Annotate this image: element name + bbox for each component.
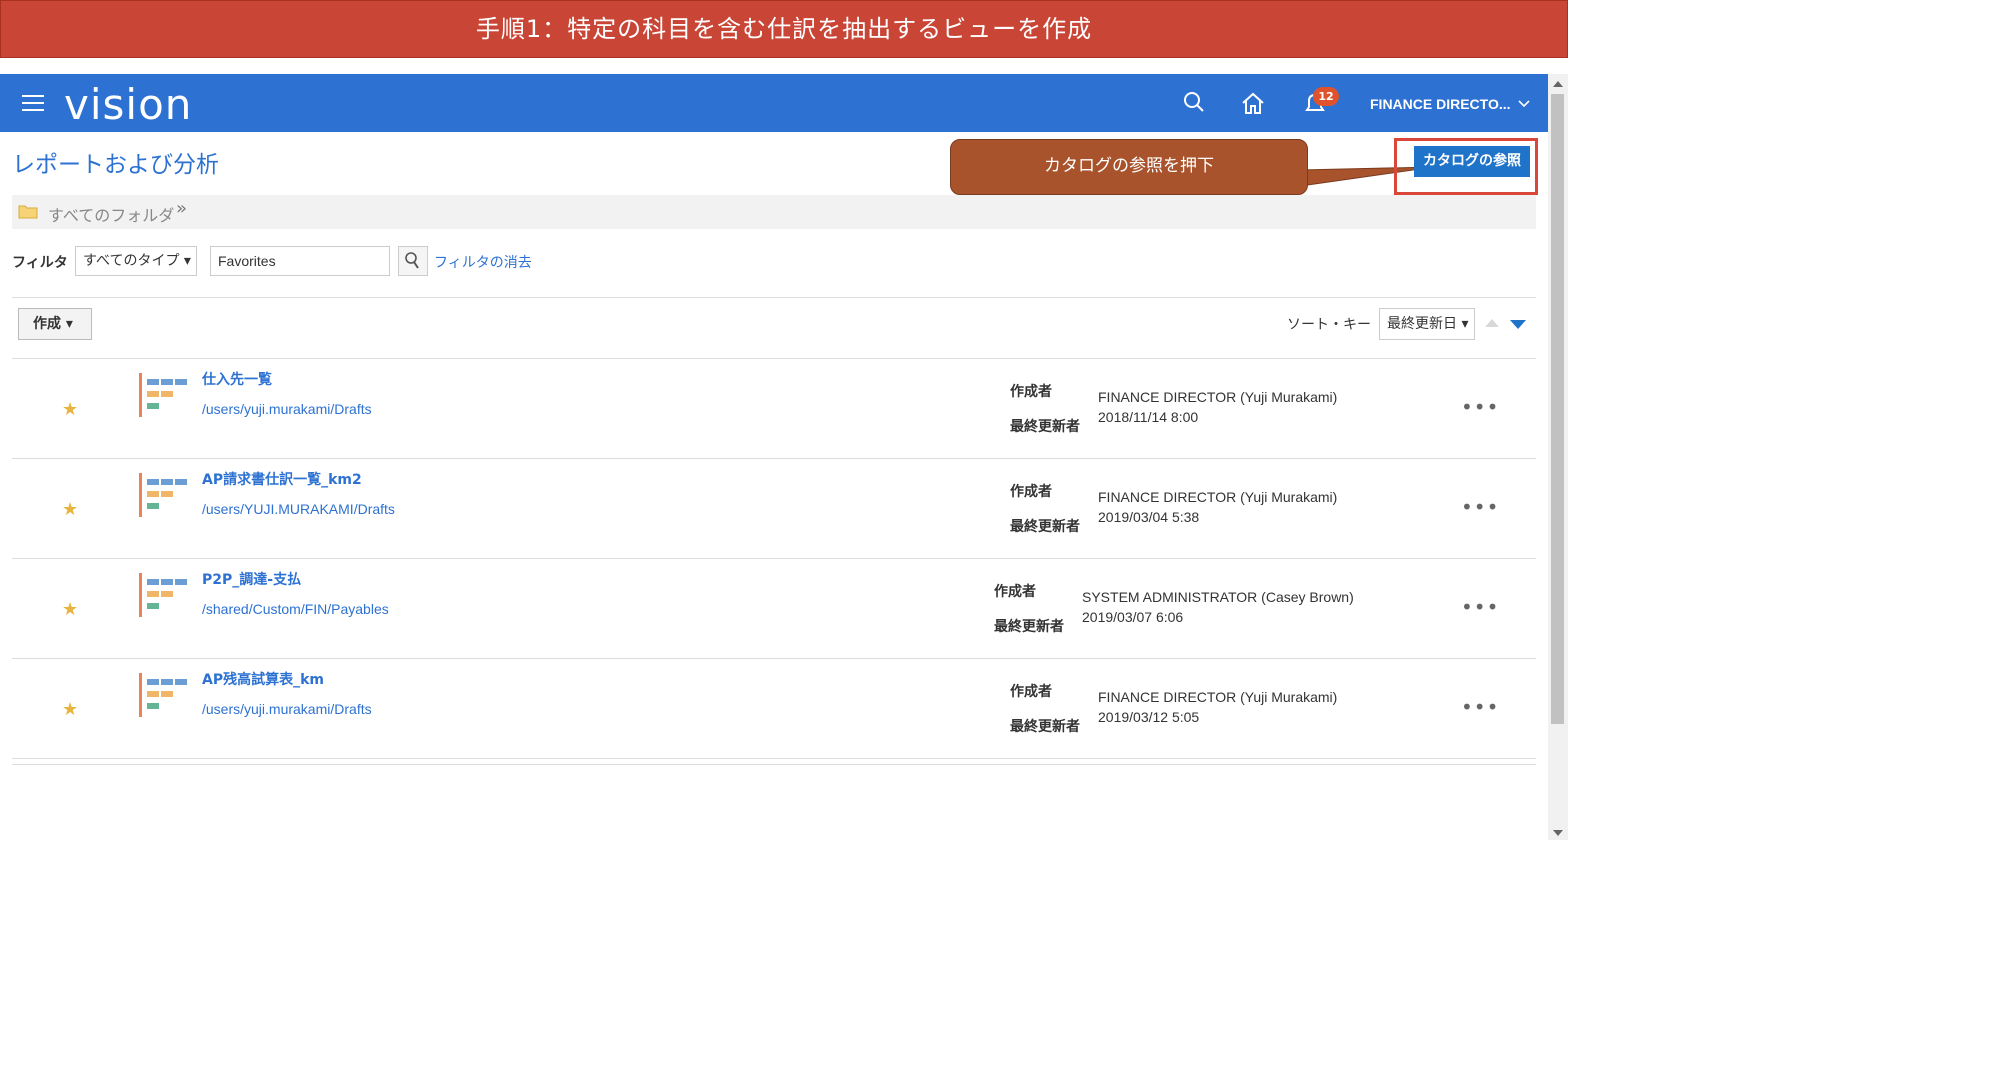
scroll-thumb[interactable]	[1551, 94, 1564, 724]
chevron-down-icon	[1518, 100, 1530, 108]
owner-value: SYSTEM ADMINISTRATOR (Casey Brown)	[1082, 589, 1354, 605]
more-actions-icon[interactable]: •••	[1461, 595, 1499, 619]
more-actions-icon[interactable]: •••	[1461, 695, 1499, 719]
modified-date: 2019/03/12 5:05	[1098, 709, 1200, 725]
search-input[interactable]: Favorites	[210, 246, 390, 276]
report-name-link[interactable]: P2P_調達-支払	[202, 569, 301, 589]
list-item: ★ 仕入先一覧 /users/yuji.murakami/Drafts 作成者 …	[12, 359, 1536, 459]
user-menu[interactable]: FINANCE DIRECTO...	[1370, 96, 1530, 112]
sort-select[interactable]: 最終更新日 ▾	[1379, 308, 1475, 340]
folder-icon	[18, 205, 38, 219]
filter-label: フィルタ	[12, 255, 68, 271]
favorite-star-icon[interactable]: ★	[62, 399, 78, 420]
report-path-link[interactable]: /users/YUJI.MURAKAMI/Drafts	[202, 501, 395, 517]
clear-filter-link[interactable]: フィルタの消去	[434, 252, 532, 272]
report-icon	[139, 573, 187, 617]
search-icon	[405, 252, 419, 269]
divider	[12, 758, 1536, 759]
list-item: ★ AP請求書仕訳一覧_km2 /users/YUJI.MURAKAMI/Dra…	[12, 459, 1536, 559]
divider	[12, 297, 1536, 298]
list-item: ★ AP残高試算表_km /users/yuji.murakami/Drafts…	[12, 659, 1536, 759]
modified-by-label: 最終更新者	[1010, 719, 1080, 735]
report-icon	[139, 373, 187, 417]
divider	[12, 764, 1536, 765]
sort-ascending-icon[interactable]	[1485, 319, 1499, 327]
report-path-link[interactable]: /users/yuji.murakami/Drafts	[202, 701, 372, 717]
modified-by-label: 最終更新者	[994, 619, 1064, 635]
report-icon	[139, 673, 187, 717]
report-path-link[interactable]: /users/yuji.murakami/Drafts	[202, 401, 372, 417]
more-actions-icon[interactable]: •••	[1461, 395, 1499, 419]
owner-value: FINANCE DIRECTOR (Yuji Murakami)	[1098, 489, 1338, 505]
app-header: vision 12 FINANCE DIRECTO...	[0, 74, 1548, 132]
owner-value: FINANCE DIRECTOR (Yuji Murakami)	[1098, 689, 1338, 705]
modified-date: 2019/03/07 6:06	[1082, 609, 1184, 625]
modified-by-label: 最終更新者	[1010, 519, 1080, 535]
breadcrumb-expand-icon[interactable]: »	[176, 198, 187, 219]
created-by-label: 作成者	[1010, 684, 1052, 700]
instruction-callout: カタログの参照を押下	[950, 139, 1308, 195]
created-by-label: 作成者	[1010, 384, 1052, 400]
breadcrumb-all-folders[interactable]: すべてのフォルダ	[48, 202, 174, 226]
notification-badge: 12	[1313, 87, 1339, 106]
sort-descending-icon[interactable]	[1510, 320, 1526, 329]
report-path-link[interactable]: /shared/Custom/FIN/Payables	[202, 601, 389, 617]
breadcrumb: すべてのフォルダ »	[12, 195, 1536, 229]
browse-catalog-button[interactable]: カタログの参照	[1414, 146, 1530, 177]
report-name-link[interactable]: AP請求書仕訳一覧_km2	[202, 469, 362, 489]
modified-by-label: 最終更新者	[1010, 419, 1080, 435]
page-title: レポートおよび分析	[12, 152, 219, 178]
modified-date: 2018/11/14 8:00	[1098, 409, 1199, 425]
scroll-down-icon[interactable]	[1553, 830, 1563, 836]
report-name-link[interactable]: 仕入先一覧	[202, 369, 272, 389]
app-logo: vision	[64, 80, 193, 129]
page-scrollbar[interactable]	[1548, 74, 1568, 840]
type-select[interactable]: すべてのタイプ ▾	[75, 246, 197, 276]
favorite-star-icon[interactable]: ★	[62, 499, 78, 520]
create-button[interactable]: 作成 ▾	[18, 308, 92, 340]
home-icon[interactable]	[1240, 90, 1266, 116]
more-actions-icon[interactable]: •••	[1461, 495, 1499, 519]
modified-date: 2019/03/04 5:38	[1098, 509, 1200, 525]
user-name: FINANCE DIRECTO...	[1370, 96, 1511, 112]
report-icon	[139, 473, 187, 517]
instruction-banner: 手順1：特定の科目を含む仕訳を抽出するビューを作成	[0, 0, 1568, 58]
created-by-label: 作成者	[1010, 484, 1052, 500]
scroll-up-icon[interactable]	[1553, 81, 1563, 87]
list-item: ★ P2P_調達-支払 /shared/Custom/FIN/Payables …	[12, 559, 1536, 659]
sort-label: ソート・キー	[1287, 317, 1371, 333]
search-button[interactable]	[398, 246, 428, 276]
favorite-star-icon[interactable]: ★	[62, 699, 78, 720]
menu-icon[interactable]	[22, 95, 44, 111]
favorite-star-icon[interactable]: ★	[62, 599, 78, 620]
search-icon[interactable]	[1182, 90, 1206, 114]
owner-value: FINANCE DIRECTOR (Yuji Murakami)	[1098, 389, 1338, 405]
report-name-link[interactable]: AP残高試算表_km	[202, 669, 324, 689]
created-by-label: 作成者	[994, 584, 1036, 600]
